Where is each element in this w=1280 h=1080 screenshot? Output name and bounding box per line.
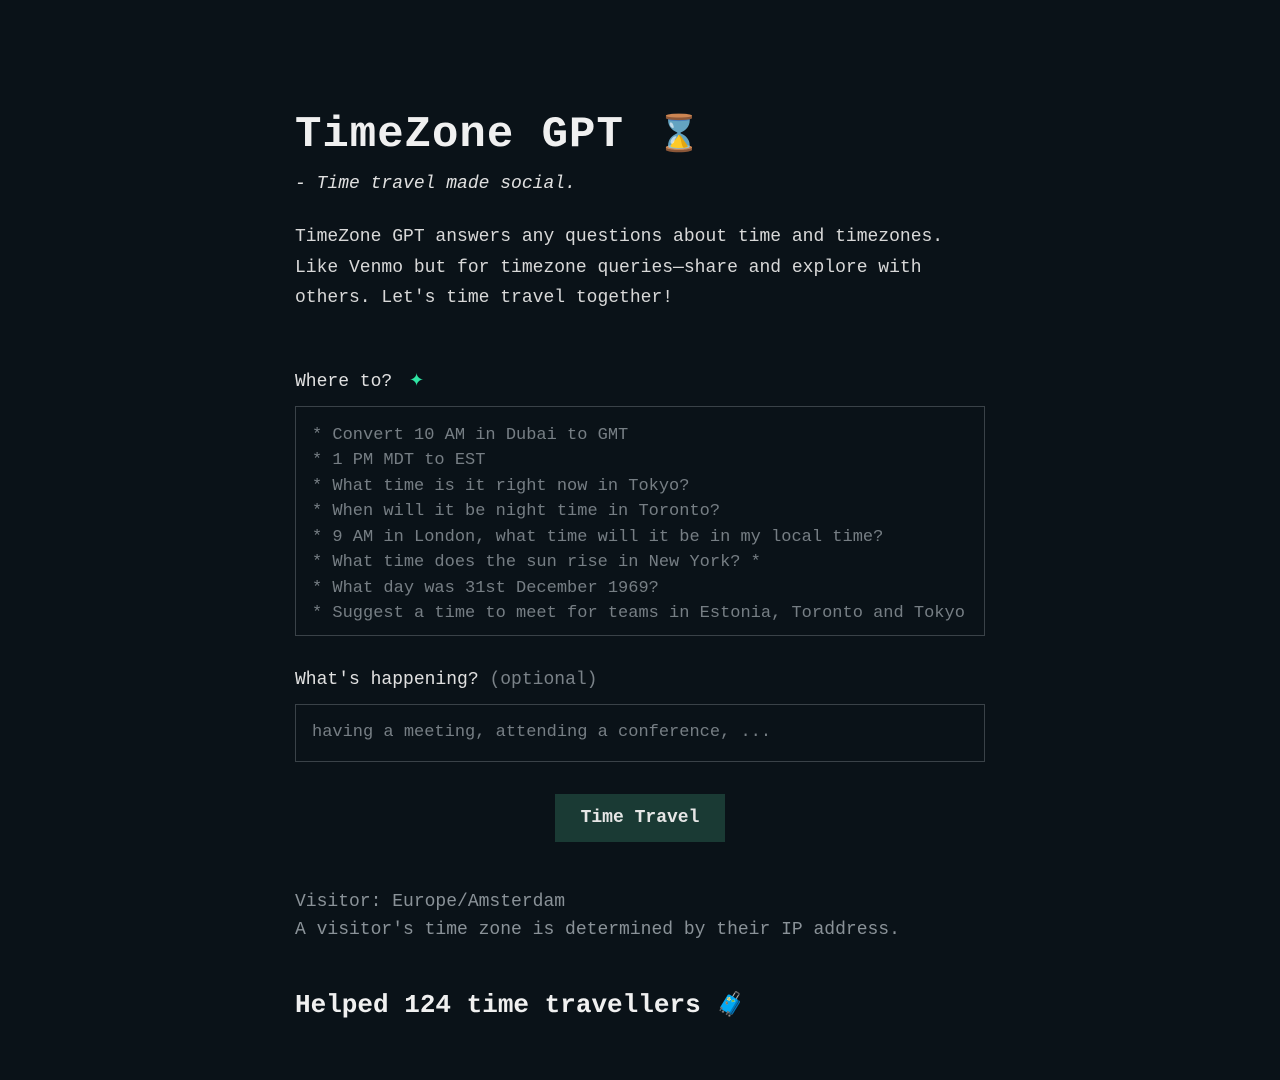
submit-row: Time Travel: [295, 794, 985, 842]
time-travel-button[interactable]: Time Travel: [555, 794, 726, 842]
visitor-note: A visitor's time zone is determined by t…: [295, 920, 985, 940]
page-container: TimeZone GPT ⌛ - Time travel made social…: [275, 0, 1005, 1080]
page-title-text: TimeZone GPT: [295, 110, 624, 160]
stats-heading: Helped 124 time travellers 🧳: [295, 990, 985, 1020]
query-input[interactable]: [295, 406, 985, 636]
stats-heading-text: Helped 124 time travellers: [295, 990, 716, 1020]
context-input[interactable]: [295, 704, 985, 762]
sparkle-icon: ✦: [409, 372, 424, 392]
tagline: - Time travel made social.: [295, 174, 985, 194]
context-label: What's happening? (optional): [295, 670, 985, 690]
query-label-text: Where to?: [295, 372, 392, 392]
context-label-text: What's happening?: [295, 670, 479, 690]
context-optional-text: (optional): [489, 670, 597, 690]
hourglass-icon: ⌛: [657, 112, 702, 156]
query-label: Where to? ✦: [295, 370, 985, 392]
visitor-timezone: Visitor: Europe/Amsterdam: [295, 892, 985, 912]
page-title: TimeZone GPT ⌛: [295, 110, 985, 160]
luggage-icon: 🧳: [716, 990, 745, 1020]
intro-paragraph: TimeZone GPT answers any questions about…: [295, 222, 985, 314]
